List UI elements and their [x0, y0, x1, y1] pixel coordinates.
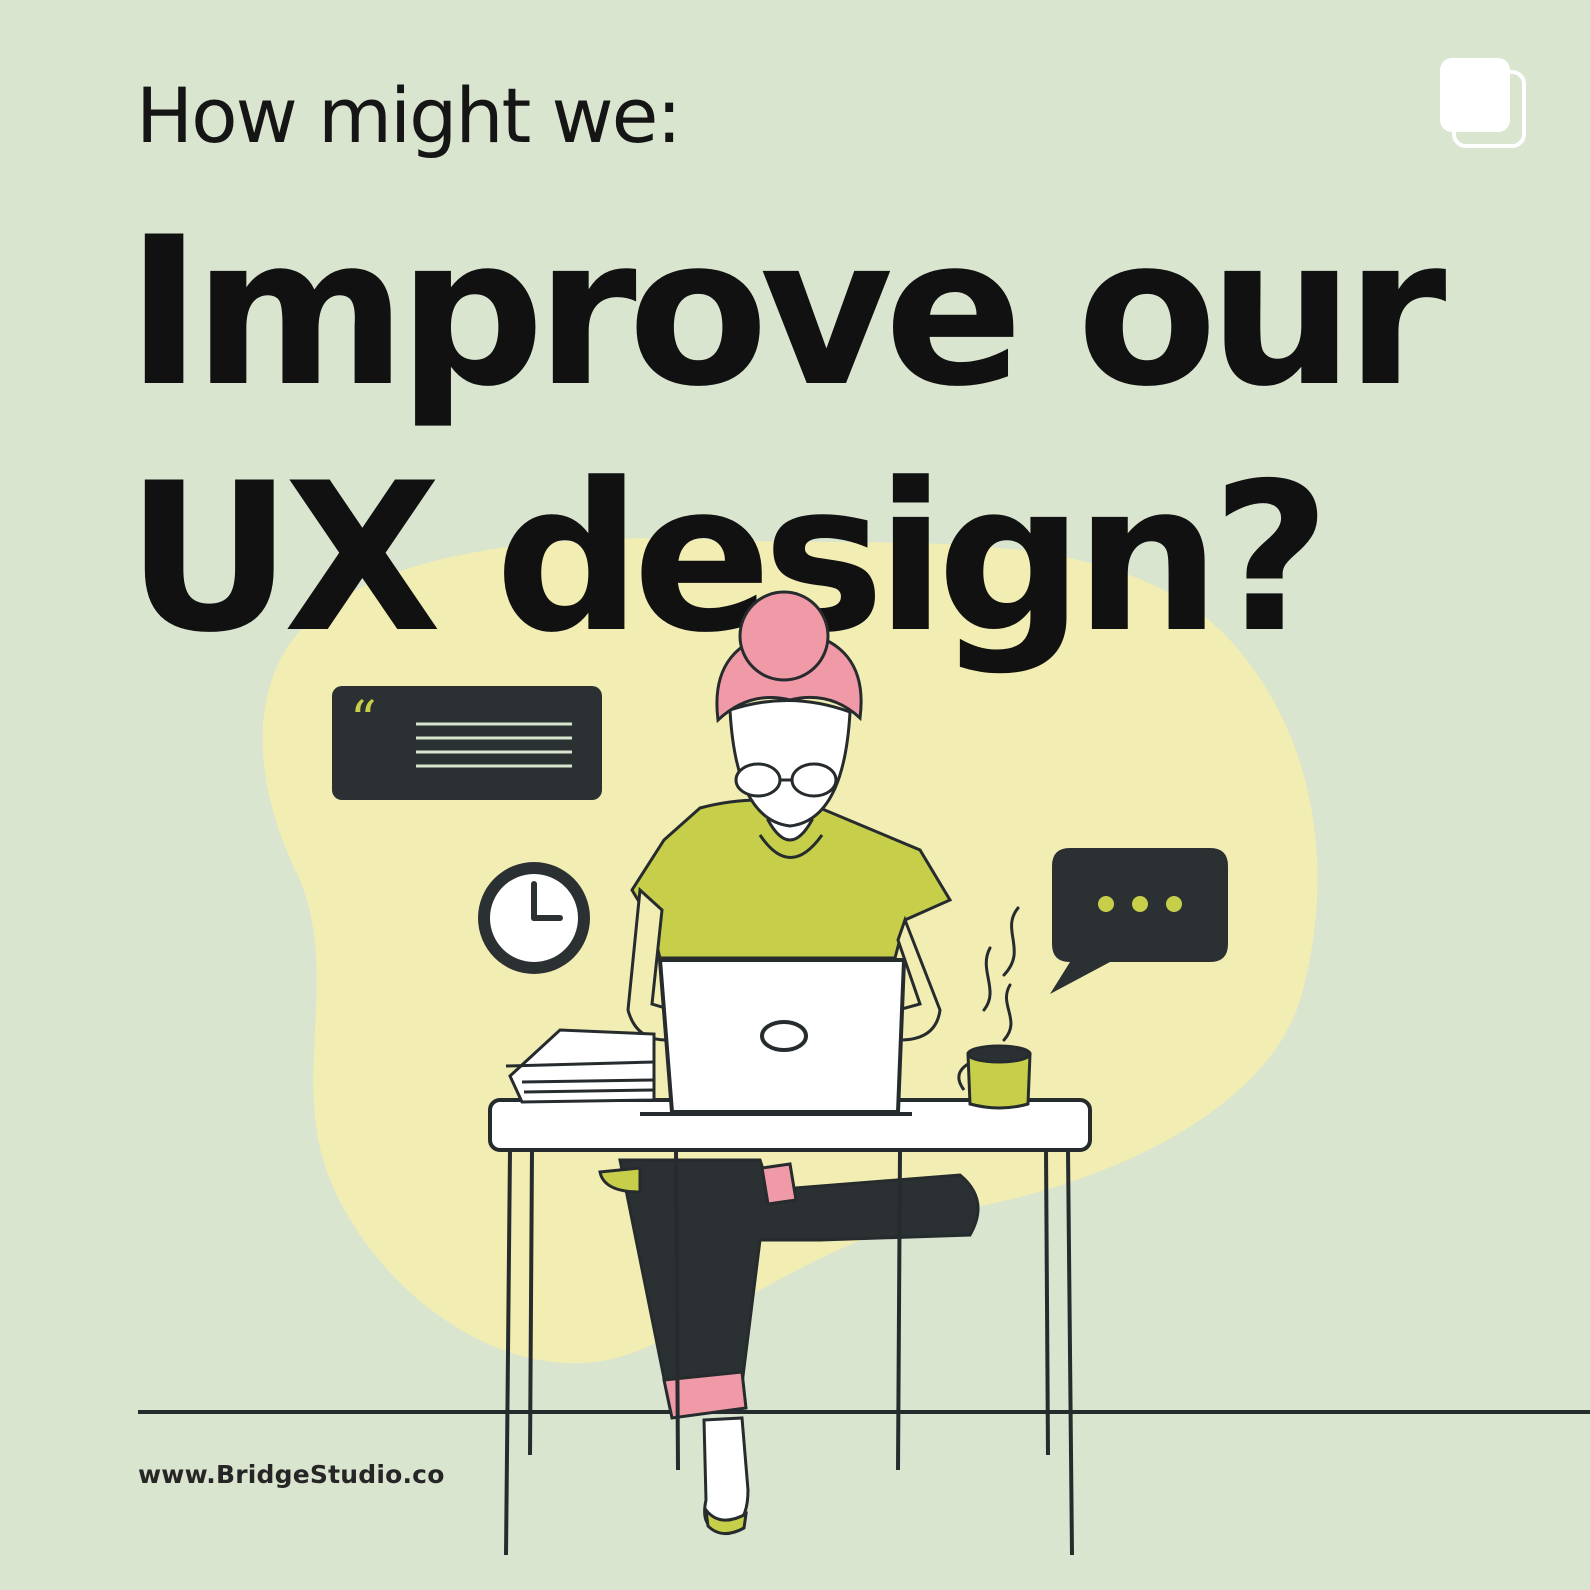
post-canvas: How might we: Improve our UX design? “ w…	[0, 0, 1590, 1590]
clock-icon	[478, 862, 590, 974]
footer-url[interactable]: www.BridgeStudio.co	[138, 1460, 445, 1489]
quote-icon: “	[332, 686, 602, 800]
svg-text:“: “	[350, 691, 377, 751]
chat-bubble-icon	[1050, 848, 1228, 994]
books-icon	[505, 1028, 656, 1104]
steam	[982, 906, 1020, 1042]
illustration: “	[138, 590, 1590, 1556]
carousel-stack-icon	[1440, 58, 1526, 148]
coffee-mug-icon	[957, 1044, 1032, 1110]
social-post: How might we: Improve our UX design? “ w…	[0, 0, 1590, 1590]
laptop-icon	[640, 958, 912, 1116]
